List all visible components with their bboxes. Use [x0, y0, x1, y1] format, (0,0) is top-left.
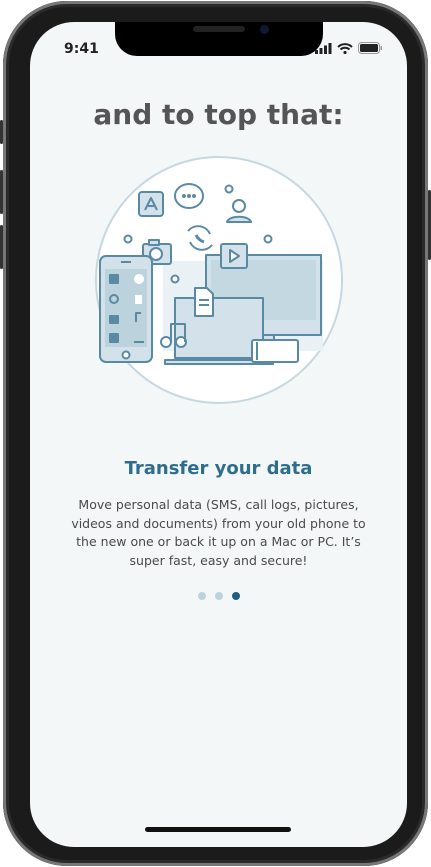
status-icons	[315, 42, 383, 54]
front-camera	[260, 25, 269, 34]
transfer-illustration	[95, 156, 343, 404]
speaker	[193, 26, 245, 32]
play-icon	[220, 243, 248, 269]
page-dot-3[interactable]	[231, 592, 240, 600]
phone-icon	[99, 255, 153, 363]
page-indicator[interactable]	[30, 592, 407, 600]
chat-bubble-icon	[174, 183, 204, 209]
app-logo-icon	[138, 191, 164, 217]
feature-title: Transfer your data	[124, 458, 313, 479]
signal-icon	[315, 42, 332, 54]
status-time: 9:41	[64, 41, 99, 57]
page-dot-1[interactable]	[197, 592, 206, 600]
headline: and to top that:	[93, 98, 344, 131]
screen: 9:41 and to top that: Transfer your data…	[30, 22, 407, 847]
feature-description: Move personal data (SMS, call logs, pict…	[71, 497, 366, 568]
mute-switch	[0, 120, 3, 144]
page-dot-2[interactable]	[214, 592, 223, 600]
wifi-icon	[337, 42, 353, 54]
volume-up-button	[0, 170, 3, 214]
phone-frame: 9:41 and to top that: Transfer your data…	[3, 1, 428, 866]
home-indicator[interactable]	[145, 827, 291, 832]
tablet-icon	[251, 339, 299, 363]
notch	[115, 22, 323, 56]
volume-down-button	[0, 225, 3, 269]
battery-icon	[358, 42, 382, 54]
